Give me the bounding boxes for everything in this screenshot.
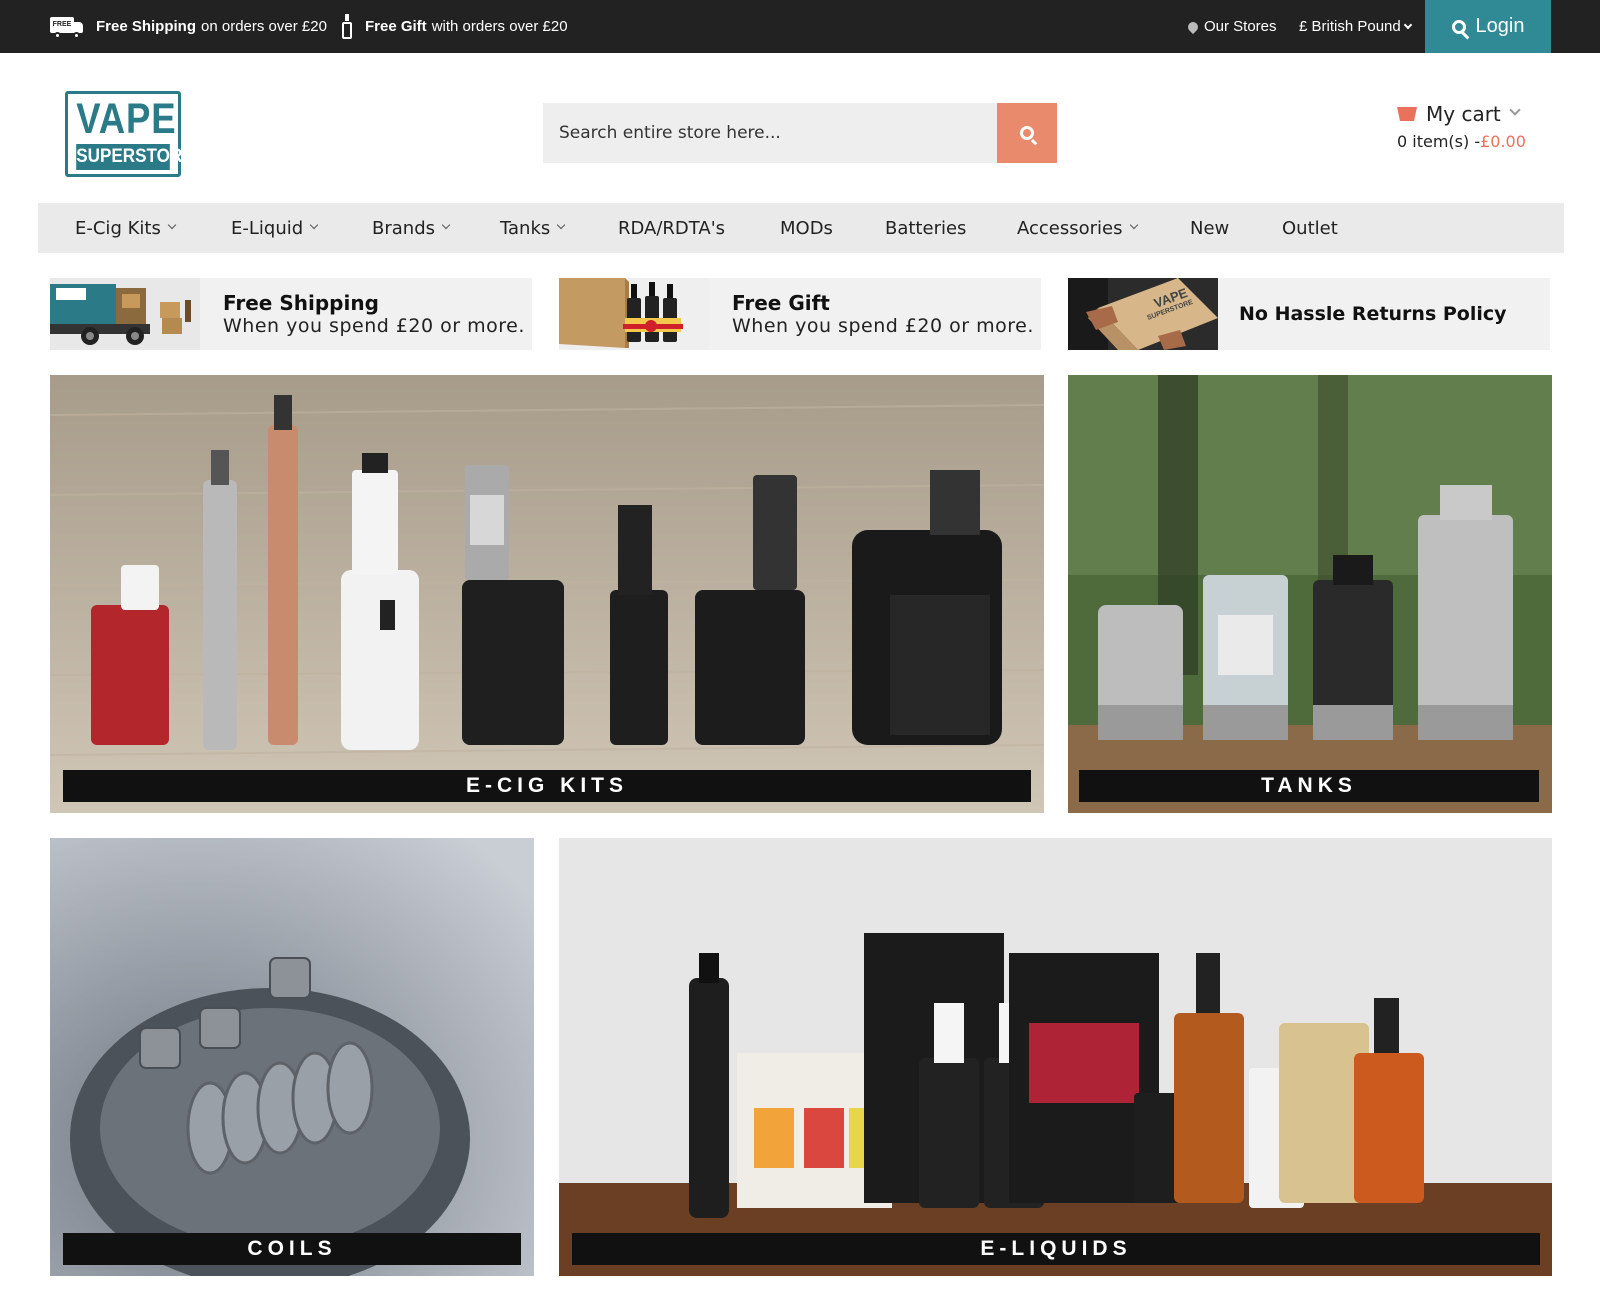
chevron-down-icon	[167, 220, 177, 230]
truck-icon: FREE	[50, 15, 84, 39]
nav-label: E-Liquid	[231, 217, 304, 239]
chevron-down-icon	[309, 220, 319, 230]
free-shipping-promo: FREE Free Shipping on orders over £20	[50, 0, 327, 53]
cart-item-count: 0 item(s) -	[1397, 132, 1481, 151]
chevron-down-icon	[441, 220, 451, 230]
our-stores-link[interactable]: Our Stores	[1185, 0, 1277, 53]
chevron-down-icon	[1403, 20, 1412, 29]
currency-selector[interactable]: £ British Pound	[1299, 0, 1412, 53]
feature-subtitle: When you spend £20 or more.	[732, 315, 1034, 337]
free-gift-banner[interactable]: Free Gift When you spend £20 or more.	[559, 278, 1041, 350]
login-label: Login	[1475, 15, 1525, 37]
nav-label: Tanks	[500, 217, 551, 239]
main-nav: E-Cig Kits E-Liquid Brands Tanks RDA/RDT…	[38, 203, 1564, 253]
bottle-icon	[341, 13, 353, 40]
free-shipping-text: on orders over £20	[201, 18, 327, 35]
nav-item-outlet[interactable]: Outlet	[1282, 203, 1338, 253]
map-pin-icon	[1185, 19, 1201, 34]
nav-item-accessories[interactable]: Accessories	[1017, 203, 1138, 253]
chevron-down-icon	[557, 220, 566, 230]
cart-total: £0.00	[1480, 132, 1526, 151]
returns-box-image: VAPE SUPERSTORE	[1068, 278, 1218, 350]
logo-vape-text: VAPE	[76, 95, 177, 143]
delivery-truck-image	[50, 278, 200, 350]
truck-badge-text: FREE	[50, 16, 74, 33]
nav-label: MODs	[780, 217, 833, 239]
key-icon	[1451, 19, 1466, 34]
logo-superstore-text: SUPERSTORE	[76, 144, 194, 170]
nav-item-e-liquid[interactable]: E-Liquid	[231, 203, 319, 253]
nav-label: Outlet	[1282, 217, 1338, 239]
nav-label: Batteries	[885, 217, 967, 239]
nav-label: RDA/RDTA's	[618, 217, 726, 239]
nav-item-mods[interactable]: MODs	[780, 203, 833, 253]
nav-item-tanks[interactable]: Tanks	[500, 203, 566, 253]
category-label: E-CIG KITS	[63, 770, 1031, 802]
currency-label: £ British Pound	[1299, 18, 1401, 35]
site-logo[interactable]: VAPE SUPERSTORE	[65, 91, 194, 177]
category-tile-e-cig-kits[interactable]: E-CIG KITS	[50, 375, 1044, 813]
e-liquids-photo	[559, 838, 1552, 1276]
category-tile-coils[interactable]: COILS	[50, 838, 534, 1276]
nav-label: Brands	[372, 217, 435, 239]
returns-banner[interactable]: VAPE SUPERSTORE No Hassle Returns Policy	[1068, 278, 1550, 350]
category-label: TANKS	[1079, 770, 1539, 802]
feature-title: No Hassle Returns Policy	[1239, 303, 1507, 325]
free-gift-bold: Free Gift	[365, 18, 427, 35]
top-bar: FREE Free Shipping on orders over £20 Fr…	[0, 0, 1600, 53]
cart-label: My cart	[1426, 102, 1501, 126]
free-shipping-banner[interactable]: Free Shipping When you spend £20 or more…	[50, 278, 532, 350]
free-gift-text: with orders over £20	[431, 18, 568, 35]
category-label: E-LIQUIDS	[572, 1233, 1540, 1265]
nav-item-rda-rdta[interactable]: RDA/RDTA's	[618, 203, 725, 253]
gift-bottles-image	[559, 278, 709, 350]
chevron-down-icon	[1509, 104, 1521, 116]
free-shipping-bold: Free Shipping	[96, 18, 197, 35]
our-stores-label: Our Stores	[1204, 18, 1277, 35]
feature-title: Free Gift	[732, 291, 830, 315]
nav-item-batteries[interactable]: Batteries	[885, 203, 966, 253]
chevron-down-icon	[1129, 220, 1138, 230]
free-gift-promo: Free Gift with orders over £20	[341, 0, 568, 53]
my-cart[interactable]: My cart 0 item(s) -£0.00	[1397, 102, 1526, 151]
nav-label: E-Cig Kits	[75, 217, 161, 239]
category-label: COILS	[63, 1233, 521, 1265]
search-button[interactable]	[997, 103, 1057, 163]
tanks-photo	[1068, 375, 1552, 813]
login-button[interactable]: Login	[1425, 0, 1551, 53]
search-icon	[1020, 126, 1034, 140]
coils-photo	[50, 838, 534, 1276]
category-tile-e-liquids[interactable]: E-LIQUIDS	[559, 838, 1552, 1276]
search-input[interactable]	[543, 103, 997, 163]
nav-item-new[interactable]: New	[1190, 203, 1229, 253]
nav-item-e-cig-kits[interactable]: E-Cig Kits	[75, 203, 177, 253]
cart-icon	[1397, 107, 1417, 121]
nav-label: Accessories	[1017, 217, 1123, 239]
nav-label: New	[1190, 217, 1230, 239]
e-cig-kits-photo	[50, 375, 1044, 813]
nav-item-brands[interactable]: Brands	[372, 203, 451, 253]
feature-title: Free Shipping	[223, 291, 379, 315]
feature-subtitle: When you spend £20 or more.	[223, 315, 525, 337]
category-tile-tanks[interactable]: TANKS	[1068, 375, 1552, 813]
